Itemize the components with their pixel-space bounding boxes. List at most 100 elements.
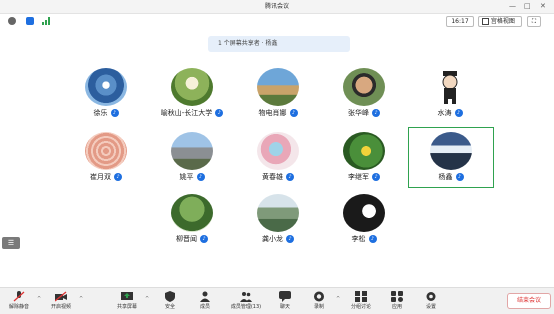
record-label: 录制 (313, 304, 324, 310)
chevron-up-icon[interactable]: ^ (145, 296, 149, 302)
participant-name: 物电肖娜 (258, 109, 287, 117)
record-button[interactable]: 录制 (302, 289, 336, 311)
participant-tile[interactable]: 杨鑫 ♪ (411, 128, 491, 186)
microphone-icon: ♪ (215, 109, 224, 117)
participant-tile[interactable]: 张华峰 ♪ (324, 64, 404, 122)
rooms-icon (355, 291, 367, 302)
close-button[interactable]: ✕ (540, 1, 546, 11)
avatar (257, 68, 299, 106)
manage-label: 成员管理(13) (230, 304, 262, 310)
security-label: 安全 (164, 304, 175, 310)
chat-button[interactable]: 聊天 (268, 289, 302, 311)
avatar (343, 194, 385, 232)
participant-tile[interactable]: 徐乐 ♪ (66, 64, 146, 122)
microphone-icon: ♪ (368, 235, 377, 243)
participant-name: 喻秋山-长江大学 (160, 109, 213, 117)
participant-name: 李继军 (348, 173, 369, 181)
security-button[interactable]: 安全 (153, 289, 187, 311)
participant-tile[interactable]: 崔月双 ♪ (66, 128, 146, 186)
avatar (257, 132, 299, 170)
side-panel-handle[interactable]: ☰ (2, 237, 20, 249)
microphone-icon: ♪ (200, 235, 208, 243)
avatar (257, 194, 299, 232)
microphone-icon: ♪ (286, 173, 294, 181)
screen-share-banner[interactable]: 1 个屏幕共享者 · 杨鑫 (208, 36, 350, 52)
share-screen-icon (121, 292, 133, 300)
apps-button[interactable]: 应用 (380, 289, 414, 311)
participant-tile[interactable]: 姚平 ♪ (152, 128, 232, 186)
share-label: 共享屏幕 (116, 304, 137, 310)
video-button[interactable]: 开启视频 (44, 289, 78, 311)
participant-name: 姚平 (179, 173, 194, 181)
chat-label: 聊天 (279, 304, 290, 310)
end-meeting-button[interactable]: 结束会议 (507, 293, 551, 309)
people-icon (240, 292, 252, 302)
avatar (85, 68, 127, 106)
members-label: 成员 (199, 304, 210, 310)
participant-name: 张华峰 (348, 109, 369, 117)
breakout-rooms-button[interactable]: 分组讨论 (344, 289, 378, 311)
microphone-icon: ♪ (289, 109, 298, 117)
rooms-label: 分组讨论 (350, 304, 371, 310)
participant-tile[interactable]: 黄春雄 ♪ (238, 128, 318, 186)
microphone-icon: ♪ (454, 109, 463, 117)
participant-name: 黄春雄 (262, 173, 283, 181)
participant-name: 李松 (351, 235, 366, 243)
participant-tile[interactable]: 龚小龙 ♪ (238, 190, 318, 248)
avatar (343, 68, 385, 106)
fullscreen-button[interactable]: ⛶ (527, 16, 541, 27)
participant-name: 徐乐 (93, 109, 108, 117)
participant-name: 杨鑫 (438, 173, 453, 181)
participant-tile[interactable]: 柳晋闻 ♪ (152, 190, 232, 248)
avatar (429, 68, 471, 106)
layout-button[interactable]: 宫格视图 (478, 16, 522, 27)
microphone-off-icon (13, 291, 25, 302)
participant-name: 柳晋闻 (176, 235, 197, 243)
participant-name: 龚小龙 (262, 235, 283, 243)
mute-button[interactable]: 解除静音 (2, 289, 36, 311)
avatar (171, 132, 213, 170)
avatar (430, 132, 472, 170)
microphone-icon: ♪ (455, 173, 464, 181)
shield-icon (165, 291, 175, 302)
minimize-button[interactable]: — (509, 1, 516, 11)
maximize-button[interactable]: □ (524, 1, 531, 11)
chevron-up-icon[interactable]: ^ (336, 296, 340, 302)
members-button[interactable]: 成员 (188, 289, 222, 311)
info-icon[interactable] (8, 17, 16, 25)
settings-label: 设置 (425, 304, 436, 310)
microphone-icon: ♪ (196, 173, 205, 181)
meeting-timer: 16:17 (446, 16, 474, 27)
participant-tile[interactable]: 水涛 ♪ (410, 64, 490, 122)
mute-label: 解除静音 (8, 304, 29, 310)
video-label: 开启视频 (50, 304, 71, 310)
apps-icon (391, 291, 403, 302)
record-icon (314, 291, 324, 302)
person-icon (200, 291, 210, 302)
participant-tile[interactable]: 喻秋山-长江大学 ♪ (152, 64, 232, 122)
manage-members-button[interactable]: 成员管理(13) (224, 289, 268, 311)
signal-icon[interactable] (42, 17, 52, 25)
microphone-icon: ♪ (114, 173, 122, 181)
settings-button[interactable]: 设置 (414, 289, 448, 311)
chevron-up-icon[interactable]: ^ (79, 296, 83, 302)
participant-name: 崔月双 (90, 173, 111, 181)
share-screen-button[interactable]: 共享屏幕 (110, 289, 144, 311)
participant-tile[interactable]: 李松 ♪ (324, 190, 404, 248)
chat-icon (279, 291, 291, 302)
camera-off-icon (55, 291, 67, 302)
window-title: 腾讯会议 (264, 3, 289, 10)
avatar (171, 194, 213, 232)
grid-icon (482, 18, 489, 25)
microphone-icon: ♪ (110, 109, 119, 117)
chevron-up-icon[interactable]: ^ (37, 296, 41, 302)
microphone-icon: ♪ (372, 173, 380, 181)
microphone-icon: ♪ (286, 235, 294, 243)
participant-name: 水涛 (437, 109, 452, 117)
shield-icon[interactable] (26, 17, 34, 25)
avatar (85, 132, 127, 170)
participant-tile[interactable]: 李继军 ♪ (324, 128, 404, 186)
participant-tile[interactable]: 物电肖娜 ♪ (238, 64, 318, 122)
gear-icon (426, 292, 436, 301)
avatar (343, 132, 385, 170)
